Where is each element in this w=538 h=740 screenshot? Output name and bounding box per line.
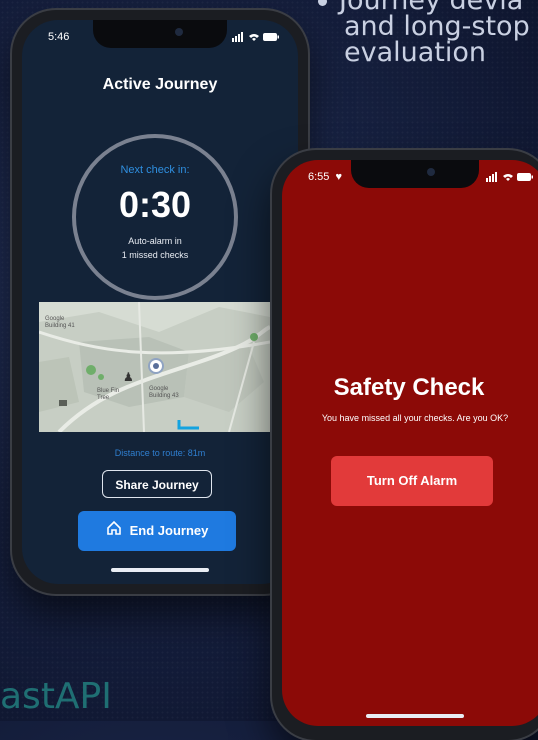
home-indicator[interactable] bbox=[111, 568, 209, 572]
end-journey-label: End Journey bbox=[129, 523, 209, 538]
signal-wifi-battery-icon bbox=[232, 32, 279, 42]
countdown-timer: 0:30 bbox=[118, 184, 192, 225]
status-icons bbox=[486, 172, 534, 185]
status-icons bbox=[232, 32, 280, 45]
map-label-building-43: Google Building 43 bbox=[149, 386, 179, 399]
route-map[interactable]: Google Building 41 Google Building 43 Bl… bbox=[39, 302, 270, 432]
next-check-label: Next check in: bbox=[120, 164, 190, 176]
bullet-line-3: evaluation bbox=[344, 37, 487, 68]
turn-off-alarm-button[interactable]: Turn Off Alarm bbox=[331, 456, 493, 506]
home-indicator[interactable] bbox=[366, 714, 464, 718]
safety-check-title: Safety Check bbox=[333, 374, 485, 401]
brand-text: astAPI bbox=[0, 676, 112, 717]
phone-right: 6:55 ♥ Safety Check You have missed all … bbox=[272, 150, 538, 740]
status-time: 6:55 ♥ bbox=[308, 171, 342, 183]
status-time: 5:46 bbox=[48, 31, 70, 43]
map-label-blue-fin: Blue Fin Tree bbox=[97, 388, 120, 401]
phone-left: 5:46 Active Journey Next check in: 0:30 … bbox=[12, 10, 308, 594]
page-title: Active Journey bbox=[102, 76, 218, 93]
end-journey-button[interactable]: End Journey bbox=[78, 511, 236, 551]
camera-icon bbox=[427, 168, 435, 176]
signal-wifi-battery-icon bbox=[486, 172, 533, 182]
active-journey-screen: 5:46 Active Journey Next check in: 0:30 … bbox=[22, 20, 298, 584]
missed-checks-message: You have missed all your checks. Are you… bbox=[321, 413, 509, 423]
camera-icon bbox=[175, 28, 183, 36]
check-timer-ring: Next check in: 0:30 Auto-alarm in 1 miss… bbox=[72, 134, 238, 300]
feature-bullet: Journey devia and long-stop evaluation bbox=[318, 0, 538, 66]
location-dot-icon bbox=[150, 360, 162, 372]
safety-check-screen: 6:55 ♥ Safety Check You have missed all … bbox=[282, 160, 538, 726]
map-label-building-41: Google Building 41 bbox=[45, 316, 75, 329]
auto-alarm-line-2: 1 missed checks bbox=[121, 250, 189, 260]
heart-icon: ♥ bbox=[335, 171, 343, 183]
home-icon bbox=[106, 512, 122, 552]
auto-alarm-text: Auto-alarm in 1 missed checks bbox=[76, 234, 234, 262]
phone-notch bbox=[351, 160, 479, 188]
person-pin-icon: ♟ bbox=[123, 370, 134, 384]
phone-notch bbox=[93, 20, 227, 48]
bullet-dot-icon bbox=[318, 0, 327, 6]
distance-to-route: Distance to route: 81m bbox=[114, 448, 206, 458]
share-journey-button[interactable]: Share Journey bbox=[102, 470, 212, 498]
status-time-text: 6:55 bbox=[308, 171, 330, 183]
auto-alarm-line-1: Auto-alarm in bbox=[128, 236, 182, 246]
